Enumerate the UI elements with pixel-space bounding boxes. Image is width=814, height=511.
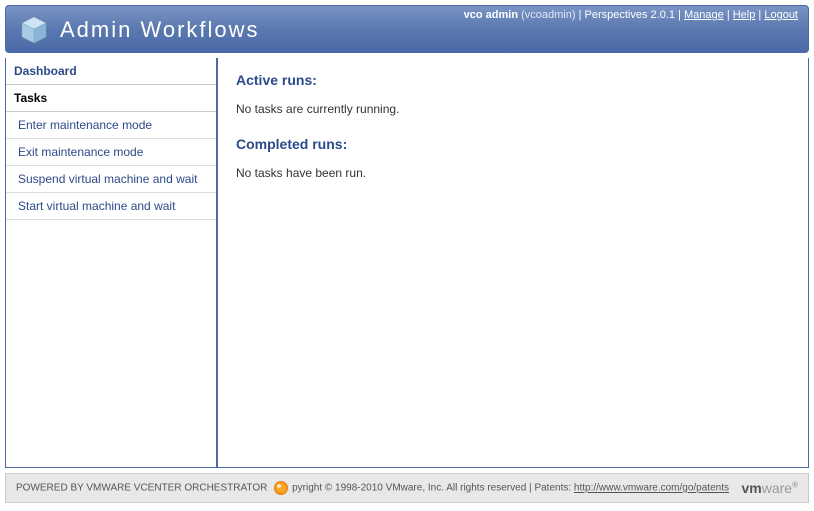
sidebar-item-exit-maintenance[interactable]: Exit maintenance mode	[6, 139, 216, 166]
completed-runs-message: No tasks have been run.	[236, 166, 790, 180]
vmware-logo: vmware®	[742, 480, 799, 496]
sidebar-dashboard[interactable]: Dashboard	[6, 58, 216, 85]
manage-link[interactable]: Manage	[684, 9, 724, 21]
username-paren: (vcoadmin)	[521, 9, 575, 21]
user-display-name: vco admin	[464, 9, 518, 21]
sidebar-item-enter-maintenance[interactable]: Enter maintenance mode	[6, 112, 216, 139]
cube-icon	[18, 14, 50, 46]
footer-copyright: pyright © 1998-2010 VMware, Inc. All rig…	[292, 483, 526, 494]
logout-link[interactable]: Logout	[764, 9, 798, 21]
orchestrator-icon	[274, 481, 288, 495]
footer-patents-label: Patents:	[534, 483, 571, 494]
footer: POWERED BY VMWARE VCENTER ORCHESTRATOR p…	[5, 473, 809, 503]
active-runs-title: Active runs:	[236, 72, 790, 88]
footer-text: POWERED BY VMWARE VCENTER ORCHESTRATOR p…	[16, 481, 742, 495]
sidebar: Dashboard Tasks Enter maintenance mode E…	[6, 58, 218, 467]
sidebar-tasks-header[interactable]: Tasks	[6, 85, 216, 112]
help-link[interactable]: Help	[733, 9, 756, 21]
sidebar-item-suspend-vm[interactable]: Suspend virtual machine and wait	[6, 166, 216, 193]
main-container: Dashboard Tasks Enter maintenance mode E…	[5, 58, 809, 468]
page-title: Admin Workflows	[60, 17, 260, 43]
content-area: Active runs: No tasks are currently runn…	[218, 58, 808, 467]
active-runs-message: No tasks are currently running.	[236, 102, 790, 116]
footer-powered: POWERED BY VMWARE VCENTER ORCHESTRATOR	[16, 483, 267, 494]
sidebar-item-start-vm[interactable]: Start virtual machine and wait	[6, 193, 216, 220]
app-header: vco admin (vcoadmin) | Perspectives 2.0.…	[5, 5, 809, 53]
footer-patents-link[interactable]: http://www.vmware.com/go/patents	[574, 483, 729, 494]
header-top-bar: vco admin (vcoadmin) | Perspectives 2.0.…	[464, 9, 798, 21]
perspectives-version: Perspectives 2.0.1	[585, 9, 676, 21]
completed-runs-title: Completed runs:	[236, 136, 790, 152]
